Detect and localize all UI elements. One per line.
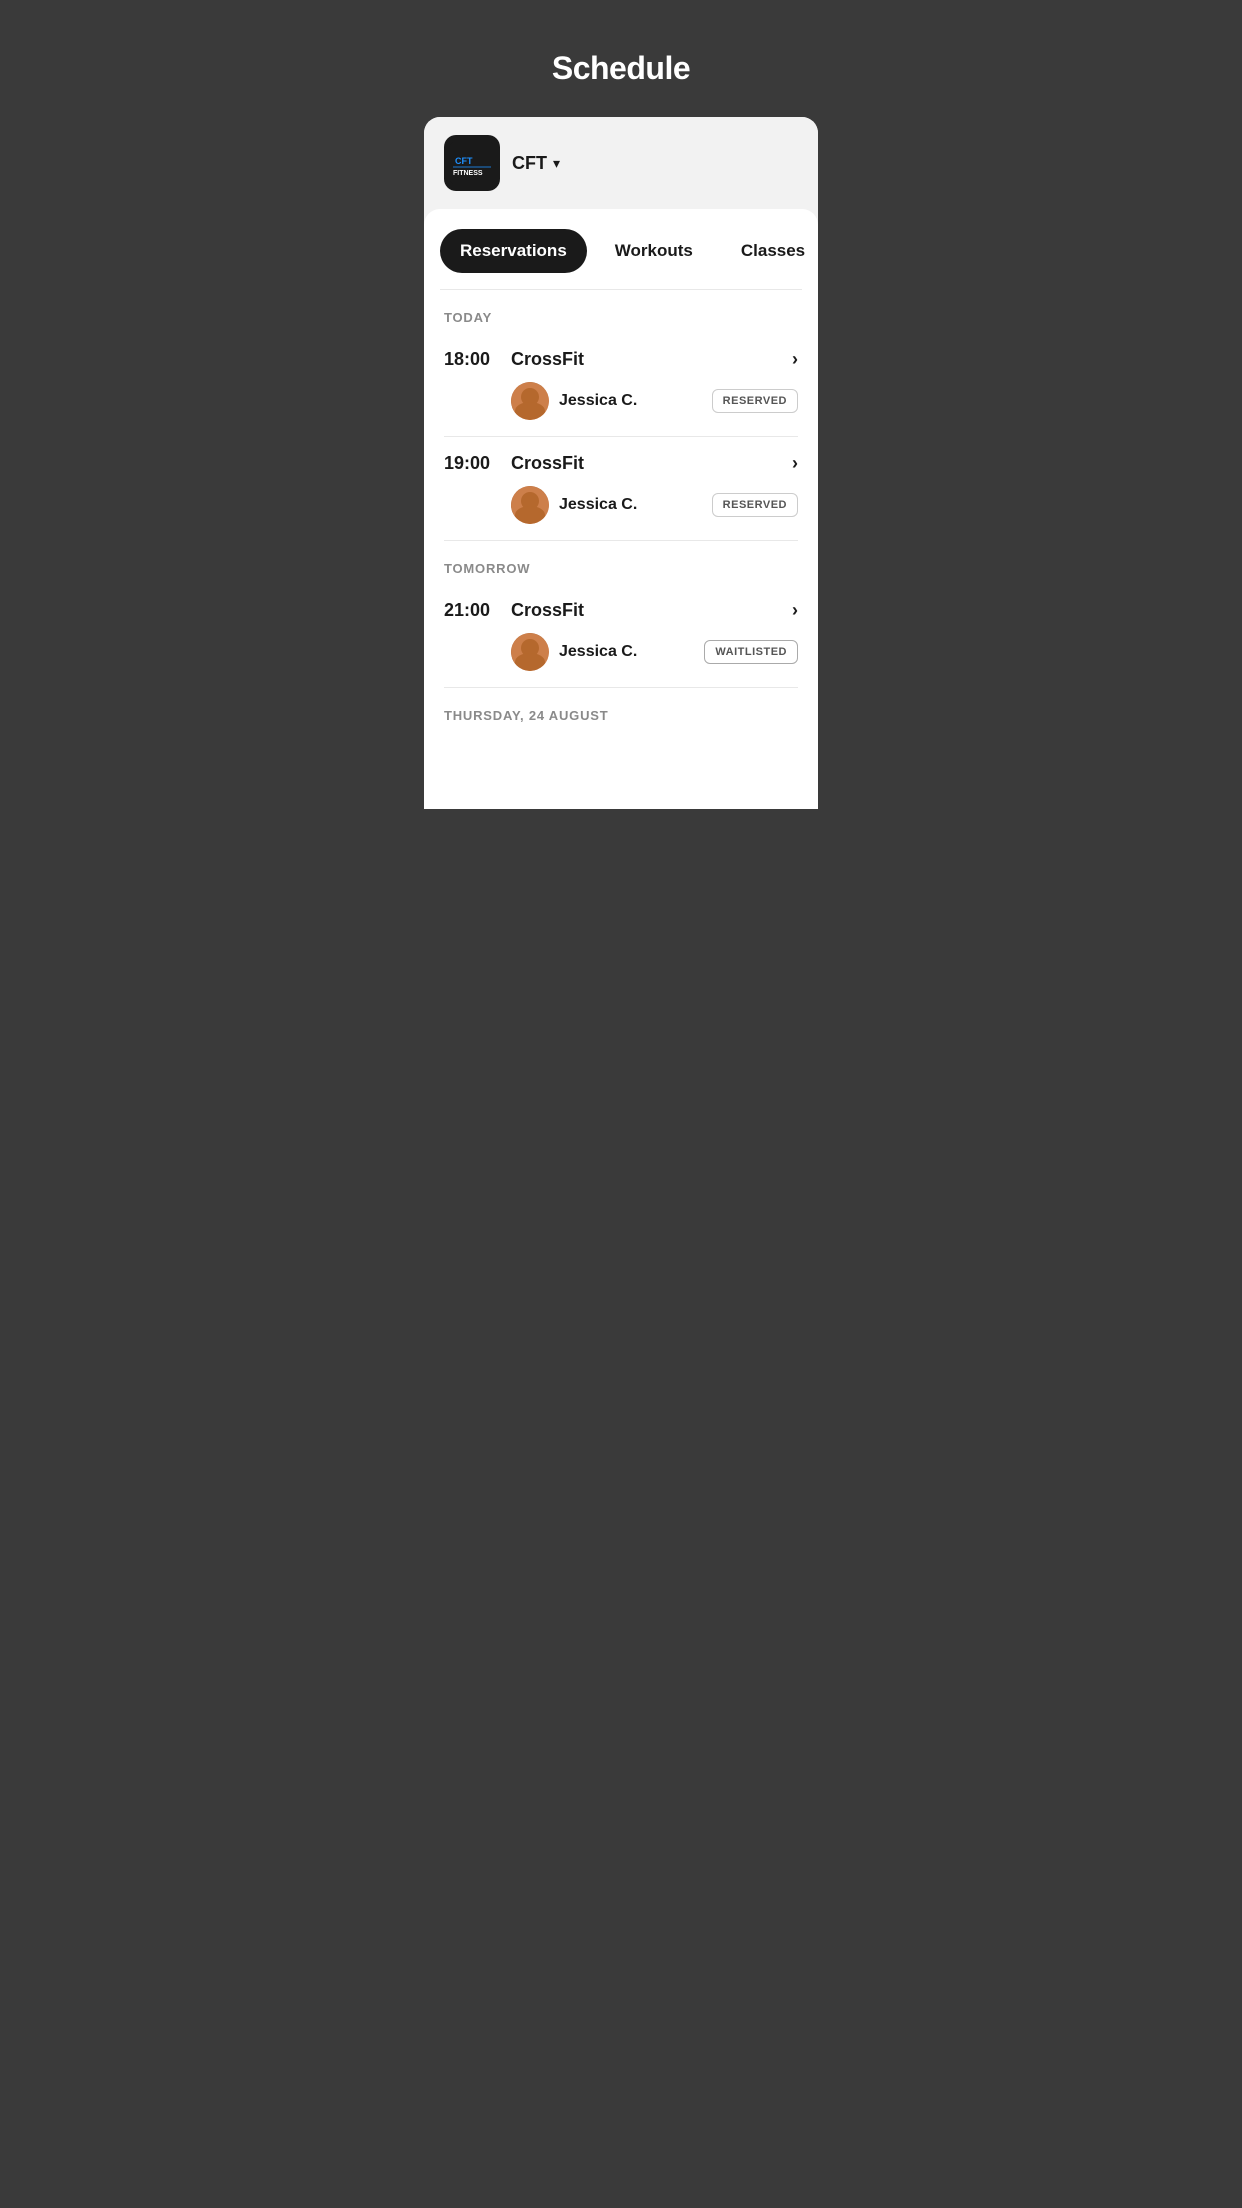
tab-reservations[interactable]: Reservations [440,229,587,273]
svg-text:CFT: CFT [455,156,473,166]
avatar-1900 [511,486,549,524]
status-badge-1900: RESERVED [712,493,798,517]
gym-dropdown-icon: ▾ [553,155,560,172]
class-time-2100: 21:00 [444,600,499,621]
class-row-1900[interactable]: 19:00 CrossFit › [444,437,798,478]
instructor-name-2100: Jessica C. [559,643,694,661]
avatar-1800 [511,382,549,420]
page-title: Schedule [414,0,828,117]
gym-logo: CFT FITNESS [444,135,500,191]
class-name-2100: CrossFit [511,600,780,621]
status-badge-2100: WAITLISTED [704,640,798,664]
section-tomorrow-label: TOMORROW [424,541,818,584]
gym-name-label: CFT [512,153,547,174]
instructor-name-1900: Jessica C. [559,496,702,514]
status-badge-1800: RESERVED [712,389,798,413]
class-item-1900: 19:00 CrossFit › Jessica C. RESERVED [424,437,818,540]
class-name-1800: CrossFit [511,349,780,370]
tab-workouts[interactable]: Workouts [595,229,713,273]
tab-classes[interactable]: Classes [721,229,818,273]
instructor-name-1800: Jessica C. [559,392,702,410]
chevron-right-icon-2100: › [792,600,798,621]
cft-logo-icon: CFT FITNESS [449,140,495,186]
class-name-1900: CrossFit [511,453,780,474]
class-row-2100[interactable]: 21:00 CrossFit › [444,584,798,625]
section-thursday-label: THURSDAY, 24 AUGUST [424,688,818,731]
chevron-right-icon-1800: › [792,349,798,370]
class-row-1800[interactable]: 18:00 CrossFit › [444,333,798,374]
chevron-right-icon-1900: › [792,453,798,474]
gym-selector[interactable]: CFT ▾ [512,153,560,174]
instructor-row-2100: Jessica C. WAITLISTED [444,625,798,687]
card-container: CFT FITNESS CFT ▾ Reservations Workouts [424,117,818,809]
gym-header: CFT FITNESS CFT ▾ [424,117,818,209]
schedule-card: Reservations Workouts Classes App TODAY … [424,209,818,809]
class-item-2100: 21:00 CrossFit › Jessica C. WAITLISTED [424,584,818,687]
section-today-label: TODAY [424,290,818,333]
svg-text:FITNESS: FITNESS [453,170,483,177]
class-time-1900: 19:00 [444,453,499,474]
avatar-2100 [511,633,549,671]
instructor-row-1800: Jessica C. RESERVED [444,374,798,436]
instructor-row-1900: Jessica C. RESERVED [444,478,798,540]
tabs-bar: Reservations Workouts Classes App [424,229,818,273]
phone-container: Schedule CFT FITNESS CFT ▾ Reserv [414,0,828,809]
class-item-1800: 18:00 CrossFit › Jessica C. RESERVED [424,333,818,436]
class-time-1800: 18:00 [444,349,499,370]
